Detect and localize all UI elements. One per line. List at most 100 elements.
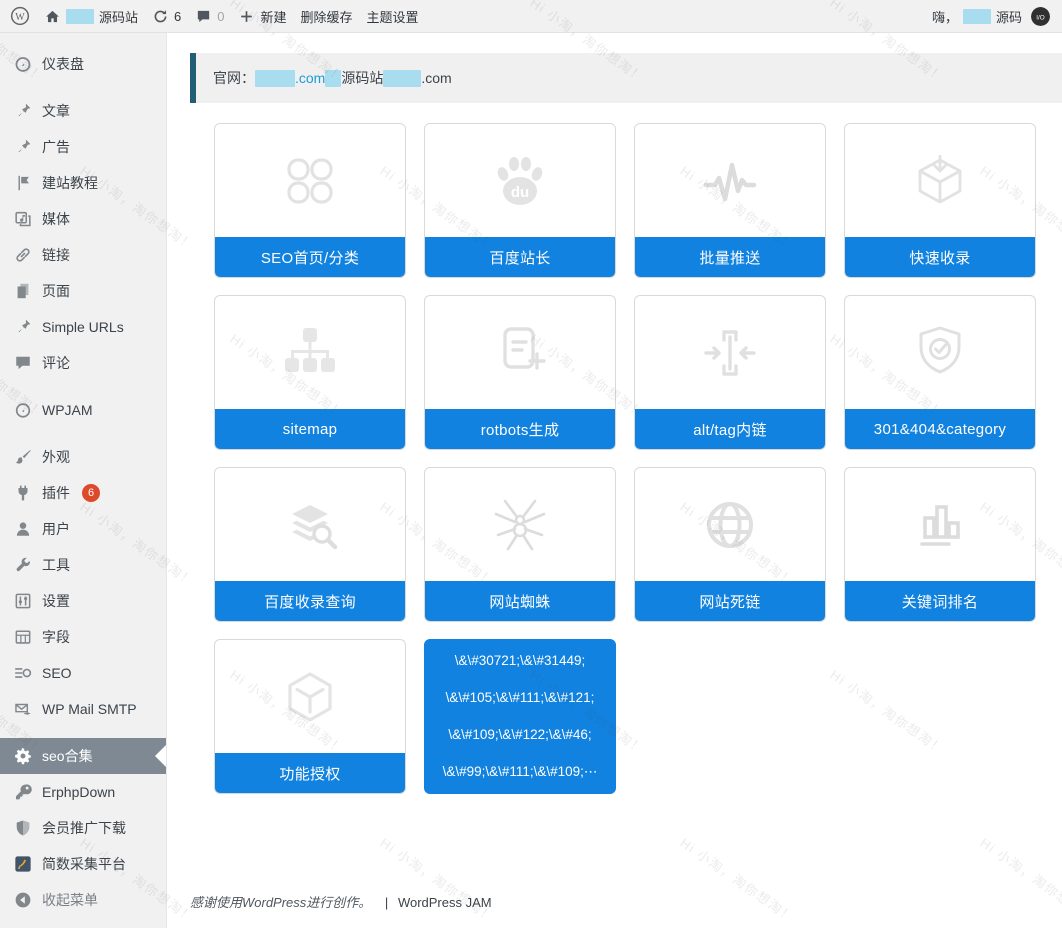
entity-line: \&\#30721;\&\#31449; bbox=[429, 652, 611, 670]
updates-count: 6 bbox=[174, 9, 181, 24]
topbar-theme-settings-button[interactable]: 主题设置 bbox=[367, 7, 419, 26]
updates-icon bbox=[152, 8, 169, 25]
brush-icon bbox=[14, 448, 32, 466]
comments-count: 0 bbox=[217, 9, 224, 24]
tool-card-label: rotbots生成 bbox=[425, 409, 615, 449]
sidebar-item-links[interactable]: 链接 bbox=[0, 237, 166, 273]
sidebar-item-fields[interactable]: 字段 bbox=[0, 619, 166, 655]
pin-icon bbox=[14, 102, 32, 120]
card-keyword-rank[interactable]: 关键词排名 bbox=[844, 467, 1036, 622]
topbar-new-label: 新建 bbox=[260, 7, 286, 26]
card-alt-tag-links[interactable]: alt/tag内链 bbox=[634, 295, 826, 450]
card-baidu-webmaster[interactable]: du 百度站长 bbox=[424, 123, 616, 278]
sidebar-item-member-download[interactable]: 会员推广下载 bbox=[0, 810, 166, 846]
sidebar-item-users[interactable]: 用户 bbox=[0, 511, 166, 547]
sidebar-item-posts[interactable]: 文章 bbox=[0, 93, 166, 129]
sidebar-item-simple-urls[interactable]: Simple URLs bbox=[0, 309, 166, 345]
spider-icon bbox=[488, 493, 552, 557]
card-entities[interactable]: \&\#30721;\&\#31449; \&\#105;\&\#111;\&\#… bbox=[424, 639, 616, 794]
card-baidu-query[interactable]: 百度收录查询 bbox=[214, 467, 406, 622]
redaction-box bbox=[963, 9, 991, 24]
shield-check-icon bbox=[908, 321, 972, 385]
tool-card-body bbox=[425, 468, 615, 581]
sidebar-item-media[interactable]: 媒体 bbox=[0, 201, 166, 237]
bar-chart-icon bbox=[908, 493, 972, 557]
card-dead-links[interactable]: 网站死链 bbox=[634, 467, 826, 622]
sidebar-item-settings[interactable]: 设置 bbox=[0, 583, 166, 619]
doc-add-icon bbox=[488, 321, 552, 385]
sidebar-item-site-tutorial[interactable]: 建站教程 bbox=[0, 165, 166, 201]
pages-icon bbox=[14, 282, 32, 300]
sidebar-item-label: 会员推广下载 bbox=[42, 818, 126, 838]
card-redirect-404[interactable]: 301&404&category bbox=[844, 295, 1036, 450]
globe-icon bbox=[698, 493, 762, 557]
banner-suffix: .com bbox=[421, 70, 451, 86]
pin-icon bbox=[14, 138, 32, 156]
sidebar-item-ads[interactable]: 广告 bbox=[0, 129, 166, 165]
card-sitemap[interactable]: sitemap bbox=[214, 295, 406, 450]
shield-icon bbox=[14, 819, 32, 837]
sidebar-item-comments[interactable]: 评论 bbox=[0, 345, 166, 381]
sidebar-item-wp-mail-smtp[interactable]: WP Mail SMTP bbox=[0, 691, 166, 727]
sidebar-item-jianshu-collect[interactable]: 简数采集平台 bbox=[0, 846, 166, 882]
topbar-comments[interactable]: 0 bbox=[195, 8, 224, 25]
home-icon bbox=[44, 8, 61, 25]
card-seo-home[interactable]: SEO首页/分类 bbox=[214, 123, 406, 278]
tool-card-label: 百度收录查询 bbox=[215, 581, 405, 621]
topbar-clear-cache-button[interactable]: 删除缓存 bbox=[301, 7, 353, 26]
sidebar-item-seo-collection[interactable]: seo合集 bbox=[0, 738, 166, 774]
sidebar-item-label: 链接 bbox=[42, 245, 70, 265]
baidu-paw-icon: du bbox=[488, 149, 552, 213]
sidebar-item-label: ErphpDown bbox=[42, 784, 115, 800]
sidebar-item-seo[interactable]: SEO bbox=[0, 655, 166, 691]
sidebar-item-plugins[interactable]: 插件 6 bbox=[0, 475, 166, 511]
card-batch-push[interactable]: 批量推送 bbox=[634, 123, 826, 278]
tool-card-body bbox=[215, 296, 405, 409]
card-authorization[interactable]: 功能授权 bbox=[214, 639, 406, 794]
svg-text:W: W bbox=[15, 12, 25, 23]
entity-line: \&\#105;\&\#111;\&\#121; bbox=[429, 689, 611, 707]
tool-card-body bbox=[635, 296, 825, 409]
pin-icon bbox=[14, 318, 32, 336]
sidebar-item-pages[interactable]: 页面 bbox=[0, 273, 166, 309]
tool-card-body: du bbox=[425, 124, 615, 237]
tool-card-label: 关键词排名 bbox=[845, 581, 1035, 621]
main-content: 官网： .com 源码站 .com SEO首页/分类 du 百度站长 批量推送 … bbox=[167, 33, 1062, 928]
tool-card-body bbox=[845, 124, 1035, 237]
sidebar-item-collapse-menu[interactable]: 收起菜单 bbox=[0, 882, 166, 918]
layers-search-icon bbox=[278, 493, 342, 557]
tool-card-label: 百度站长 bbox=[425, 237, 615, 277]
sidebar-item-label: 建站教程 bbox=[42, 173, 98, 193]
footer-thanks-link[interactable]: 感谢使用WordPress进行创作。 bbox=[190, 895, 371, 910]
tool-card-body bbox=[215, 640, 405, 753]
sidebar-item-label: 仪表盘 bbox=[42, 54, 84, 74]
topbar-account[interactable]: 嗨， 源码 I/O bbox=[932, 7, 1050, 26]
sidebar-item-tools[interactable]: 工具 bbox=[0, 547, 166, 583]
sidebar-item-dashboard[interactable]: 仪表盘 bbox=[0, 46, 166, 82]
sidebar-item-label: WPJAM bbox=[42, 402, 93, 418]
topbar-site-link[interactable]: 源码站 bbox=[44, 7, 138, 26]
topbar-site-name: 源码站 bbox=[99, 7, 138, 26]
sidebar-item-label: WP Mail SMTP bbox=[42, 701, 137, 717]
admin-sidebar: 仪表盘 文章 广告 建站教程 媒体 链接 页面 Simple URLs bbox=[0, 33, 167, 928]
admin-topbar: W 源码站 6 0 新建 删除缓存 主题设置 嗨， 源码 I/O bbox=[0, 0, 1062, 33]
banner-link[interactable]: .com bbox=[295, 70, 325, 86]
card-robots-generate[interactable]: rotbots生成 bbox=[424, 295, 616, 450]
sidebar-item-wpjam[interactable]: WPJAM bbox=[0, 392, 166, 428]
sidebar-item-appearance[interactable]: 外观 bbox=[0, 439, 166, 475]
topbar-updates[interactable]: 6 bbox=[152, 8, 181, 25]
sidebar-item-label: 媒体 bbox=[42, 209, 70, 229]
link-icon bbox=[14, 246, 32, 264]
settings-icon bbox=[14, 592, 32, 610]
card-site-spider[interactable]: 网站蜘蛛 bbox=[424, 467, 616, 622]
tool-card-label: 301&404&category bbox=[845, 409, 1035, 449]
plugin-icon bbox=[14, 484, 32, 502]
card-quick-include[interactable]: 快速收录 bbox=[844, 123, 1036, 278]
sidebar-item-erphpdown[interactable]: ErphpDown bbox=[0, 774, 166, 810]
topbar-new-button[interactable]: 新建 bbox=[238, 7, 286, 26]
key-icon bbox=[14, 783, 32, 801]
svg-text:I/O: I/O bbox=[1036, 14, 1045, 21]
banner-site-text: 源码站 bbox=[341, 68, 383, 88]
gauge-icon bbox=[14, 401, 32, 419]
wordpress-logo-icon[interactable]: W bbox=[10, 6, 30, 26]
